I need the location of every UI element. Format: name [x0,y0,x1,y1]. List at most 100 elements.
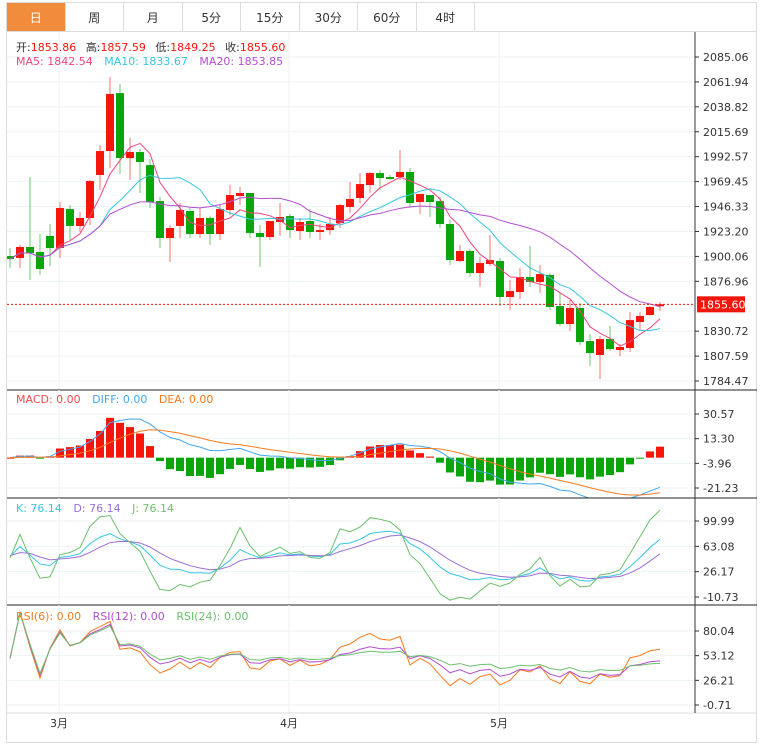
kdj-legend: K: 76.14 D: 76.14 J: 76.14 [16,502,182,515]
candle-up[interactable] [266,221,274,238]
macd-bar [136,433,144,458]
candle-up[interactable] [396,171,404,178]
axis-tick-label: 63.08 [703,540,735,553]
candle-up[interactable] [476,263,484,274]
candle-up[interactable] [76,217,84,226]
macd-bar [646,451,654,458]
candle-down[interactable] [46,235,54,249]
candle-down[interactable] [586,341,594,354]
macd-bar [216,457,224,475]
main-panel [7,32,695,390]
candle-up[interactable] [106,94,114,152]
candle-up[interactable] [536,274,544,283]
candle-up[interactable] [56,207,64,249]
macd-bar [246,457,254,470]
j-line [9,509,661,601]
candle-down[interactable] [466,250,474,274]
candle-up[interactable] [516,277,524,293]
candle-down[interactable] [426,195,434,203]
candle-up[interactable] [346,199,354,207]
candle-down[interactable] [146,165,154,203]
macd-bar [176,457,184,472]
axis-tick-label: 1830.72 [703,325,749,338]
axis-tick-label: 1876.96 [703,275,749,288]
candle-up[interactable] [126,152,134,159]
macd-legend: MACD: 0.00 DIFF: 0.00 DEA: 0.00 [16,393,221,406]
axis-tick-label: 1900.06 [703,250,749,263]
candle-down[interactable] [156,201,164,239]
macd-bar [596,457,604,477]
candle-down[interactable] [136,152,144,163]
axis-tick-label: 13.30 [703,433,735,446]
dea-value: DEA: 0.00 [158,393,214,406]
candle-up[interactable] [456,250,464,261]
candle-up[interactable] [596,339,604,355]
macd-bar [186,457,194,477]
kline-chart[interactable]: 2085.06 2061.94 2038.82 2015.69 1992.57 1969.… [0,0,764,752]
open-label: 开: [16,41,31,54]
macd-bar [266,457,274,471]
rsi-legend: RSI(6): 0.00 RSI(12): 0.00 RSI(24): 0.00 [16,610,256,623]
x-axis-label: 3月 [50,717,68,730]
x-axis-label: 5月 [490,717,508,730]
d-value: D: 76.14 [73,502,121,515]
candle-down[interactable] [206,217,214,235]
candle-down[interactable] [256,232,264,238]
macd-bar [636,457,644,459]
axis-tick-label: 1992.57 [703,151,749,164]
macd-bar [156,457,164,462]
candle-up[interactable] [646,307,654,316]
candle-down[interactable] [576,307,584,343]
j-value: J: 76.14 [132,502,175,515]
candle-up[interactable] [566,307,574,325]
candle-up[interactable] [236,192,244,197]
macd-bar [496,457,504,485]
close-label: 收: [225,41,240,54]
candle-down[interactable] [556,306,564,325]
macd-bar [396,444,404,458]
candle-down[interactable] [386,177,394,179]
rsi24-value: RSI(24): 0.00 [176,610,249,623]
candle-up[interactable] [626,320,634,348]
candle-down[interactable] [116,93,124,159]
diff-value: DIFF: 0.00 [92,393,148,406]
macd-bar [586,457,594,480]
axis-tick-label: 1807.59 [703,350,749,363]
macd-bar [546,457,554,475]
x-axis-label: 4月 [280,717,298,730]
ma-legend: MA5: 1842.54 MA10: 1833.67 MA20: 1853.85 [16,55,291,68]
candle-up[interactable] [506,291,514,298]
candle-down[interactable] [26,246,34,254]
k-value: K: 76.14 [16,502,62,515]
candle-up[interactable] [96,151,104,175]
candle-down[interactable] [446,224,454,261]
candle-up[interactable] [86,181,94,218]
candle-down[interactable] [66,209,74,226]
axis-tick-label: 1969.45 [703,176,749,189]
candle-up[interactable] [636,315,644,323]
candle-up[interactable] [316,230,324,233]
candle-up[interactable] [356,184,364,199]
candle-up[interactable] [366,173,374,186]
axis-tick-label: -21.23 [703,482,738,495]
axis-tick-label: -10.73 [703,591,738,604]
candle-up[interactable] [16,246,24,258]
candle-up[interactable] [416,193,424,203]
candle-up[interactable] [616,347,624,351]
candle-down[interactable] [376,173,384,179]
candle-up[interactable] [166,228,174,239]
axis-tick-label: 2038.82 [703,101,749,114]
macd-bar [506,457,514,485]
macd-bar [536,457,544,473]
candle-down[interactable] [306,221,314,233]
macd-bar [456,457,464,477]
axis-tick-label: 30.57 [703,408,735,421]
macd-bar [226,457,234,469]
axis-tick-label: 80.04 [703,625,735,638]
macd-bar [556,457,564,477]
macd-bar [576,457,584,478]
candle-down[interactable] [36,252,44,269]
candle-down[interactable] [406,171,414,204]
rsi6-line [9,612,661,687]
macd-value: MACD: 0.00 [16,393,81,406]
